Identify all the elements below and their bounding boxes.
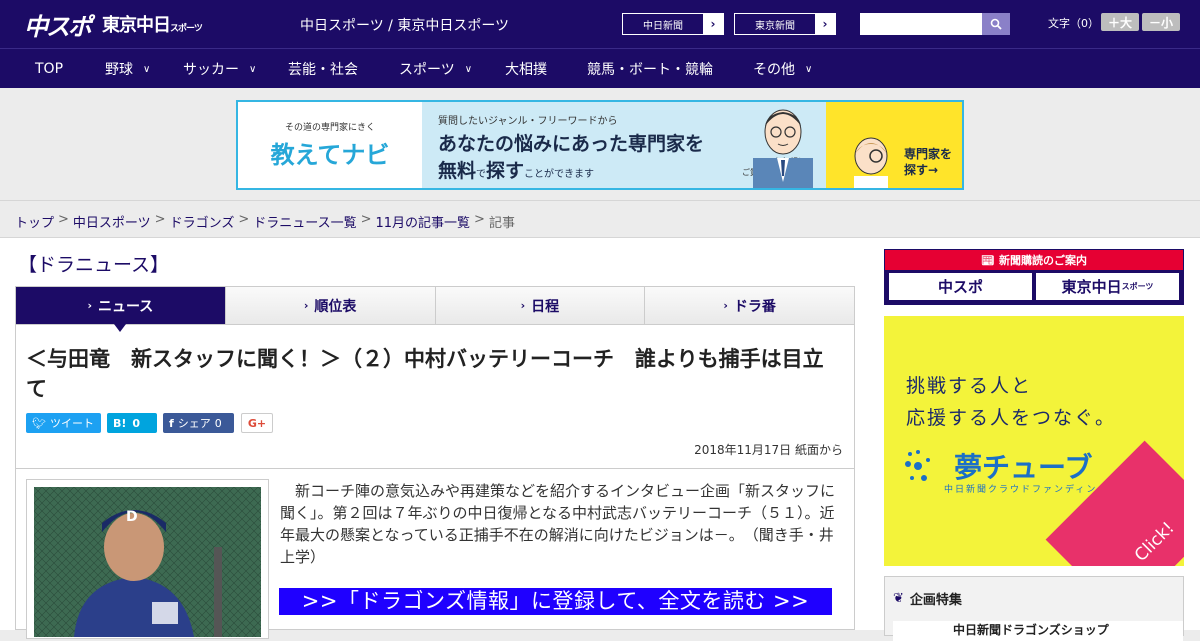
nav-item-sumo[interactable]: 大相撲	[505, 49, 587, 89]
search-icon	[990, 18, 1002, 30]
chevron-right-icon: ›	[710, 17, 716, 31]
nav-item-top[interactable]: TOP	[0, 49, 105, 89]
yume-tube-ad[interactable]: 挑戦する人と 応援する人をつなぐ。 夢チューブ 中日新聞クラウドファンディング C…	[884, 316, 1184, 566]
breadcrumb-november-articles[interactable]: 11月の記事一覧	[376, 212, 471, 231]
facebook-icon: f	[169, 416, 174, 430]
tweet-button[interactable]: 🐦︎ ツイート	[26, 413, 101, 433]
svg-text:D: D	[126, 509, 138, 525]
tab-news[interactable]: › ニュース	[16, 287, 226, 332]
article-photo[interactable]: D	[34, 487, 261, 637]
google-plus-button[interactable]: G+	[241, 413, 273, 433]
dots-logo-icon	[905, 450, 930, 481]
google-plus-icon: G+	[247, 416, 267, 430]
breadcrumb-bar: トップ > 中日スポーツ > ドラゴンズ > ドラニュース一覧 > 11月の記事…	[0, 200, 1200, 238]
article-headline: ＜与田竜 新スタッフに聞く！＞（２）中村バッテリーコーチ 誰よりも捕手は目立て	[26, 347, 824, 401]
chevron-down-icon: ∨	[805, 63, 813, 75]
logo-chuspo: 中スポ	[24, 12, 92, 41]
chevron-right-icon: ›	[822, 17, 828, 31]
chevron-down-icon: ∨	[249, 63, 257, 75]
search-form	[860, 13, 1010, 35]
font-smaller-button[interactable]: －小	[1142, 13, 1180, 31]
find-expert-cta[interactable]: 専門家を 探す→	[826, 102, 962, 188]
breadcrumb-dora-news-list[interactable]: ドラニュース一覧	[253, 212, 356, 231]
search-input[interactable]	[860, 13, 982, 35]
nav-item-sports[interactable]: スポーツ ∨	[399, 49, 505, 89]
breadcrumb: トップ > 中日スポーツ > ドラゴンズ > ドラニュース一覧 > 11月の記事…	[15, 212, 515, 231]
nav-item-baseball[interactable]: 野球 ∨	[105, 49, 183, 89]
person-illustration-icon	[854, 137, 888, 188]
logo-tokyo-chunichi: 東京中日スポーツ	[102, 15, 203, 36]
chevron-right-icon: ›	[520, 299, 526, 312]
subscribe-tokyo-chunichi[interactable]: 東京中日 スポーツ	[1036, 273, 1179, 300]
breadcrumb-dragons[interactable]: ドラゴンズ	[170, 212, 235, 231]
dragons-tabs: › ニュース › 順位表 › 日程 › ドラ番	[15, 286, 855, 332]
main-nav: TOP 野球 ∨ サッカー ∨ 芸能・社会 スポーツ ∨ 大相撲 競馬・ボート・競輪 …	[0, 48, 1200, 88]
nav-item-soccer[interactable]: サッカー ∨	[183, 49, 288, 89]
breadcrumb-chunichi-sports[interactable]: 中日スポーツ	[73, 212, 151, 231]
coach-photo-image: D	[34, 487, 261, 637]
chevron-right-icon: ›	[87, 299, 92, 312]
tab-dora-ban[interactable]: › ドラ番	[645, 287, 854, 324]
chevron-right-icon: ›	[303, 299, 309, 312]
banner-area: その道の専門家にきく 教えてナビ 質問したいジャンル・フリーワードから あなたの…	[0, 88, 1200, 200]
register-read-more-link[interactable]: >>「ドラゴンズ情報」に登録して、全文を読む >>	[279, 588, 832, 615]
subscription-box[interactable]: 📰︎ 新聞購読のご案内 中スポ 東京中日 スポーツ	[884, 249, 1184, 305]
feature-item-dragons-shop[interactable]: 中日新聞ドラゴンズショップ	[893, 621, 1183, 641]
section-title: 【ドラニュース】	[18, 254, 170, 276]
twitter-icon: 🐦︎	[32, 416, 46, 430]
tab-standings[interactable]: › 順位表	[225, 287, 436, 324]
expert-illustration-icon	[753, 109, 813, 188]
subscribe-chuspo[interactable]: 中スポ	[889, 273, 1032, 300]
hatena-bookmark-button[interactable]: B! 0	[107, 413, 157, 433]
chevron-right-icon: ›	[723, 299, 728, 312]
feature-section: ❦ 企画特集 中日新聞ドラゴンズショップ	[884, 576, 1184, 641]
tab-schedule[interactable]: › 日程	[435, 287, 646, 324]
article-body: 新コーチ陣の意気込みや再建策などを紹介するインタビュー企画「新スタッフに聞く」。…	[280, 482, 836, 566]
top-header: 中スポ 東京中日スポーツ 中日スポーツ / 東京中日スポーツ 中日新聞 › 東京…	[0, 0, 1200, 48]
site-logo[interactable]: 中スポ 東京中日スポーツ	[24, 10, 203, 41]
site-name[interactable]: 中日スポーツ / 東京中日スポーツ	[300, 15, 509, 35]
article-divider	[16, 468, 854, 469]
search-button[interactable]	[982, 13, 1010, 35]
facebook-share-button[interactable]: f シェア 0	[163, 413, 234, 433]
newspaper-icon: 📰︎	[981, 253, 995, 267]
chunichi-shimbun-link[interactable]: 中日新聞 ›	[622, 13, 724, 35]
font-size-label: 文字（0）	[1048, 17, 1099, 30]
banner-brand: その道の専門家にきく 教えてナビ	[238, 102, 422, 188]
breadcrumb-top[interactable]: トップ	[15, 212, 54, 231]
nav-item-keiba[interactable]: 競馬・ボート・競輪	[587, 49, 753, 89]
chevron-down-icon: ∨	[143, 63, 151, 75]
hatena-icon: B!	[113, 416, 127, 430]
publish-date: 2018年11月17日 紙面から	[694, 443, 843, 457]
tokyo-shimbun-link[interactable]: 東京新聞 ›	[734, 13, 836, 35]
font-bigger-button[interactable]: ＋大	[1101, 13, 1139, 31]
nav-item-entertainment[interactable]: 芸能・社会	[288, 49, 399, 89]
breadcrumb-current: 記事	[488, 216, 515, 231]
ribbon-icon: ❦	[893, 591, 904, 606]
chevron-down-icon: ∨	[464, 63, 473, 75]
oshiete-navi-banner[interactable]: その道の専門家にきく 教えてナビ 質問したいジャンル・フリーワードから あなたの…	[236, 100, 964, 190]
nav-item-other[interactable]: その他 ∨	[753, 49, 853, 89]
